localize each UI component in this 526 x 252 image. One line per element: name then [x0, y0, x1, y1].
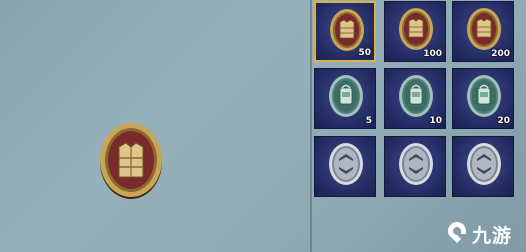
item-count: 200 — [491, 49, 510, 59]
watermark-text: 九游 — [472, 225, 513, 247]
inventory-grid: 50 100 200 5 10 20 — [312, 0, 526, 252]
item-count: 50 — [358, 48, 371, 58]
watermark: 九游 — [446, 220, 518, 247]
jiuyou-logo-icon — [448, 222, 466, 243]
armor-vest-medal-icon — [98, 117, 164, 201]
inventory-slot[interactable]: 50 — [314, 1, 376, 62]
inventory-slot[interactable]: 200 — [452, 1, 514, 62]
inventory-slot[interactable]: 20 — [452, 68, 514, 129]
item-count: 20 — [497, 116, 510, 126]
item-count: 5 — [365, 116, 372, 126]
inventory-slot[interactable]: 10 — [384, 68, 446, 129]
inventory-slot[interactable]: 5 — [314, 68, 376, 129]
item-count: 10 — [429, 116, 442, 126]
inventory-slot[interactable] — [314, 136, 376, 197]
preview-panel — [0, 0, 310, 252]
inventory-slot[interactable]: 100 — [384, 1, 446, 62]
inventory-slot[interactable] — [384, 136, 446, 197]
inventory-slot[interactable] — [452, 136, 514, 197]
item-count: 100 — [423, 49, 442, 59]
